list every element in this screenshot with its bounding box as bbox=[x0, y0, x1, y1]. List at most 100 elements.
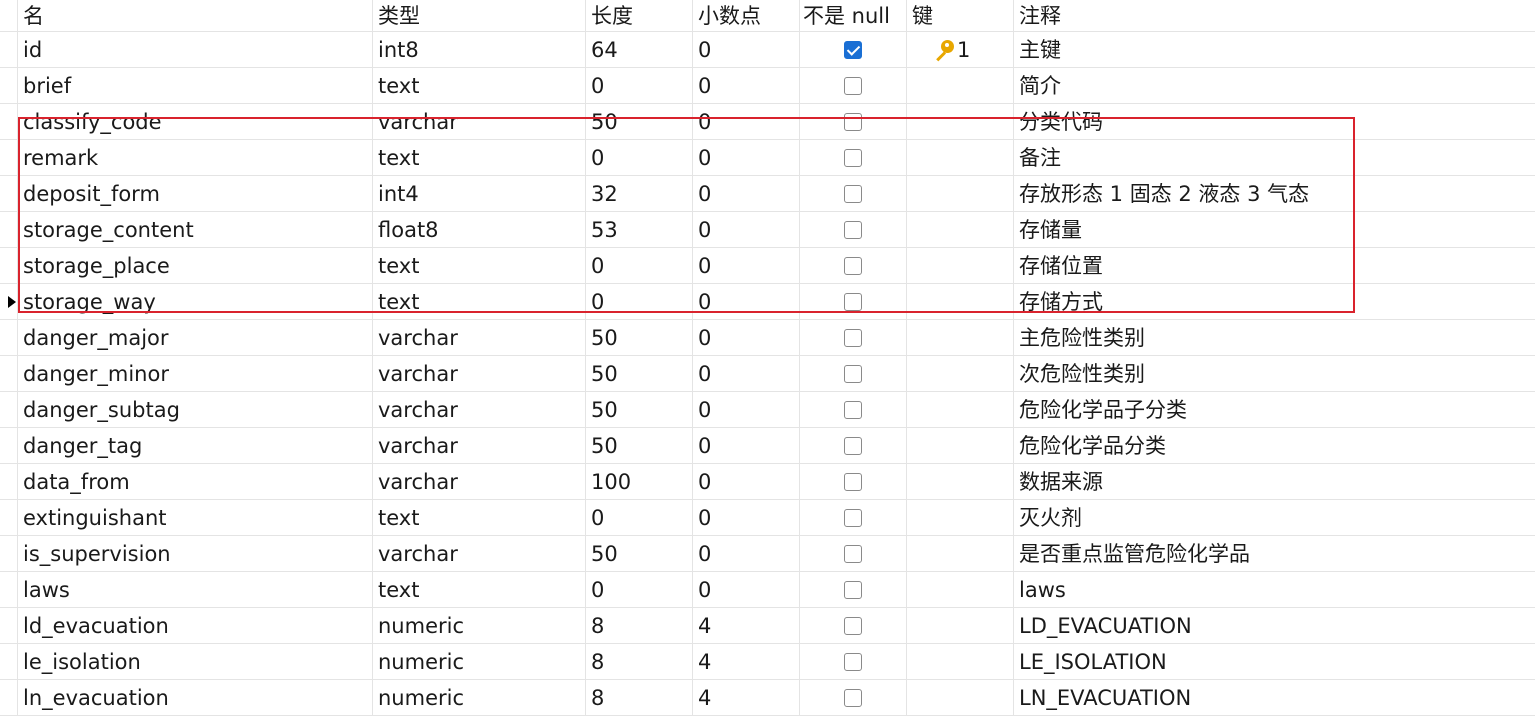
field-comment-cell[interactable]: 灭火剂 bbox=[1014, 500, 1535, 535]
field-decimals-cell[interactable]: 0 bbox=[693, 104, 800, 139]
field-comment-cell[interactable]: 备注 bbox=[1014, 140, 1535, 175]
not-null-checkbox[interactable] bbox=[844, 508, 862, 527]
field-type-cell[interactable]: varchar bbox=[373, 392, 586, 427]
row-gutter[interactable] bbox=[0, 320, 18, 355]
row-gutter[interactable] bbox=[0, 104, 18, 139]
field-type-cell[interactable]: varchar bbox=[373, 104, 586, 139]
not-null-cell[interactable] bbox=[800, 320, 907, 355]
key-cell[interactable] bbox=[907, 608, 1014, 643]
field-decimals-cell[interactable]: 0 bbox=[693, 68, 800, 103]
key-cell[interactable] bbox=[907, 356, 1014, 391]
row-gutter[interactable] bbox=[0, 32, 18, 67]
field-decimals-cell[interactable]: 0 bbox=[693, 320, 800, 355]
not-null-cell[interactable] bbox=[800, 32, 907, 67]
field-length-cell[interactable]: 50 bbox=[586, 392, 693, 427]
key-cell[interactable] bbox=[907, 320, 1014, 355]
not-null-cell[interactable] bbox=[800, 644, 907, 679]
not-null-checkbox[interactable] bbox=[844, 184, 862, 203]
not-null-cell[interactable] bbox=[800, 176, 907, 211]
field-type-cell[interactable]: varchar bbox=[373, 428, 586, 463]
field-name-cell[interactable]: classify_code bbox=[18, 104, 373, 139]
key-cell[interactable] bbox=[907, 104, 1014, 139]
field-length-cell[interactable]: 50 bbox=[586, 320, 693, 355]
field-name-cell[interactable]: danger_minor bbox=[18, 356, 373, 391]
header-decimals[interactable]: 小数点 bbox=[693, 0, 800, 31]
field-length-cell[interactable]: 0 bbox=[586, 572, 693, 607]
field-length-cell[interactable]: 0 bbox=[586, 284, 693, 319]
not-null-checkbox[interactable] bbox=[844, 652, 862, 671]
field-type-cell[interactable]: numeric bbox=[373, 680, 586, 715]
field-comment-cell[interactable]: 主危险性类别 bbox=[1014, 320, 1535, 355]
not-null-checkbox[interactable] bbox=[844, 112, 862, 131]
key-cell[interactable] bbox=[907, 212, 1014, 247]
not-null-checkbox[interactable] bbox=[844, 40, 862, 59]
row-gutter[interactable] bbox=[0, 608, 18, 643]
field-type-cell[interactable]: int8 bbox=[373, 32, 586, 67]
field-comment-cell[interactable]: 分类代码 bbox=[1014, 104, 1535, 139]
key-cell[interactable] bbox=[907, 140, 1014, 175]
table-row[interactable]: is_supervision varchar 50 0 是否重点监管危险化学品 bbox=[0, 536, 1535, 572]
field-decimals-cell[interactable]: 4 bbox=[693, 608, 800, 643]
field-type-cell[interactable]: varchar bbox=[373, 536, 586, 571]
field-decimals-cell[interactable]: 0 bbox=[693, 212, 800, 247]
not-null-cell[interactable] bbox=[800, 608, 907, 643]
field-type-cell[interactable]: varchar bbox=[373, 320, 586, 355]
field-length-cell[interactable]: 50 bbox=[586, 356, 693, 391]
field-decimals-cell[interactable]: 0 bbox=[693, 536, 800, 571]
field-decimals-cell[interactable]: 0 bbox=[693, 392, 800, 427]
field-name-cell[interactable]: id bbox=[18, 32, 373, 67]
row-gutter[interactable] bbox=[0, 464, 18, 499]
row-gutter[interactable] bbox=[0, 212, 18, 247]
field-name-cell[interactable]: laws bbox=[18, 572, 373, 607]
field-name-cell[interactable]: storage_place bbox=[18, 248, 373, 283]
not-null-cell[interactable] bbox=[800, 500, 907, 535]
key-cell[interactable] bbox=[907, 536, 1014, 571]
not-null-cell[interactable] bbox=[800, 356, 907, 391]
field-comment-cell[interactable]: 是否重点监管危险化学品 bbox=[1014, 536, 1535, 571]
field-decimals-cell[interactable]: 4 bbox=[693, 680, 800, 715]
field-name-cell[interactable]: le_isolation bbox=[18, 644, 373, 679]
not-null-cell[interactable] bbox=[800, 284, 907, 319]
field-comment-cell[interactable]: 危险化学品子分类 bbox=[1014, 392, 1535, 427]
field-comment-cell[interactable]: 数据来源 bbox=[1014, 464, 1535, 499]
not-null-checkbox[interactable] bbox=[844, 76, 862, 95]
row-gutter[interactable] bbox=[0, 356, 18, 391]
table-row[interactable]: brief text 0 0 简介 bbox=[0, 68, 1535, 104]
field-length-cell[interactable]: 32 bbox=[586, 176, 693, 211]
field-decimals-cell[interactable]: 0 bbox=[693, 176, 800, 211]
key-cell[interactable] bbox=[907, 68, 1014, 103]
header-length[interactable]: 长度 bbox=[586, 0, 693, 31]
field-decimals-cell[interactable]: 0 bbox=[693, 572, 800, 607]
not-null-cell[interactable] bbox=[800, 104, 907, 139]
field-type-cell[interactable]: int4 bbox=[373, 176, 586, 211]
table-row[interactable]: ln_evacuation numeric 8 4 LN_EVACUATION bbox=[0, 680, 1535, 716]
row-gutter[interactable] bbox=[0, 392, 18, 427]
field-name-cell[interactable]: ld_evacuation bbox=[18, 608, 373, 643]
field-decimals-cell[interactable]: 0 bbox=[693, 140, 800, 175]
row-gutter[interactable] bbox=[0, 428, 18, 463]
field-name-cell[interactable]: data_from bbox=[18, 464, 373, 499]
header-type[interactable]: 类型 bbox=[373, 0, 586, 31]
not-null-checkbox[interactable] bbox=[844, 580, 862, 599]
row-gutter[interactable] bbox=[0, 536, 18, 571]
not-null-cell[interactable] bbox=[800, 464, 907, 499]
table-row[interactable]: deposit_form int4 32 0 存放形态 1 固态 2 液态 3 气态 bbox=[0, 176, 1535, 212]
header-not-null[interactable]: 不是 null bbox=[800, 0, 907, 31]
key-cell[interactable] bbox=[907, 284, 1014, 319]
field-decimals-cell[interactable]: 4 bbox=[693, 644, 800, 679]
field-type-cell[interactable]: varchar bbox=[373, 464, 586, 499]
field-name-cell[interactable]: storage_way bbox=[18, 284, 373, 319]
field-type-cell[interactable]: float8 bbox=[373, 212, 586, 247]
field-length-cell[interactable]: 64 bbox=[586, 32, 693, 67]
table-row[interactable]: ld_evacuation numeric 8 4 LD_EVACUATION bbox=[0, 608, 1535, 644]
key-cell[interactable] bbox=[907, 680, 1014, 715]
not-null-checkbox[interactable] bbox=[844, 472, 862, 491]
key-cell[interactable] bbox=[907, 428, 1014, 463]
table-row[interactable]: storage_content float8 53 0 存储量 bbox=[0, 212, 1535, 248]
not-null-checkbox[interactable] bbox=[844, 292, 862, 311]
field-decimals-cell[interactable]: 0 bbox=[693, 356, 800, 391]
field-comment-cell[interactable]: LE_ISOLATION bbox=[1014, 644, 1535, 679]
field-length-cell[interactable]: 8 bbox=[586, 644, 693, 679]
table-row[interactable]: danger_tag varchar 50 0 危险化学品分类 bbox=[0, 428, 1535, 464]
field-decimals-cell[interactable]: 0 bbox=[693, 248, 800, 283]
